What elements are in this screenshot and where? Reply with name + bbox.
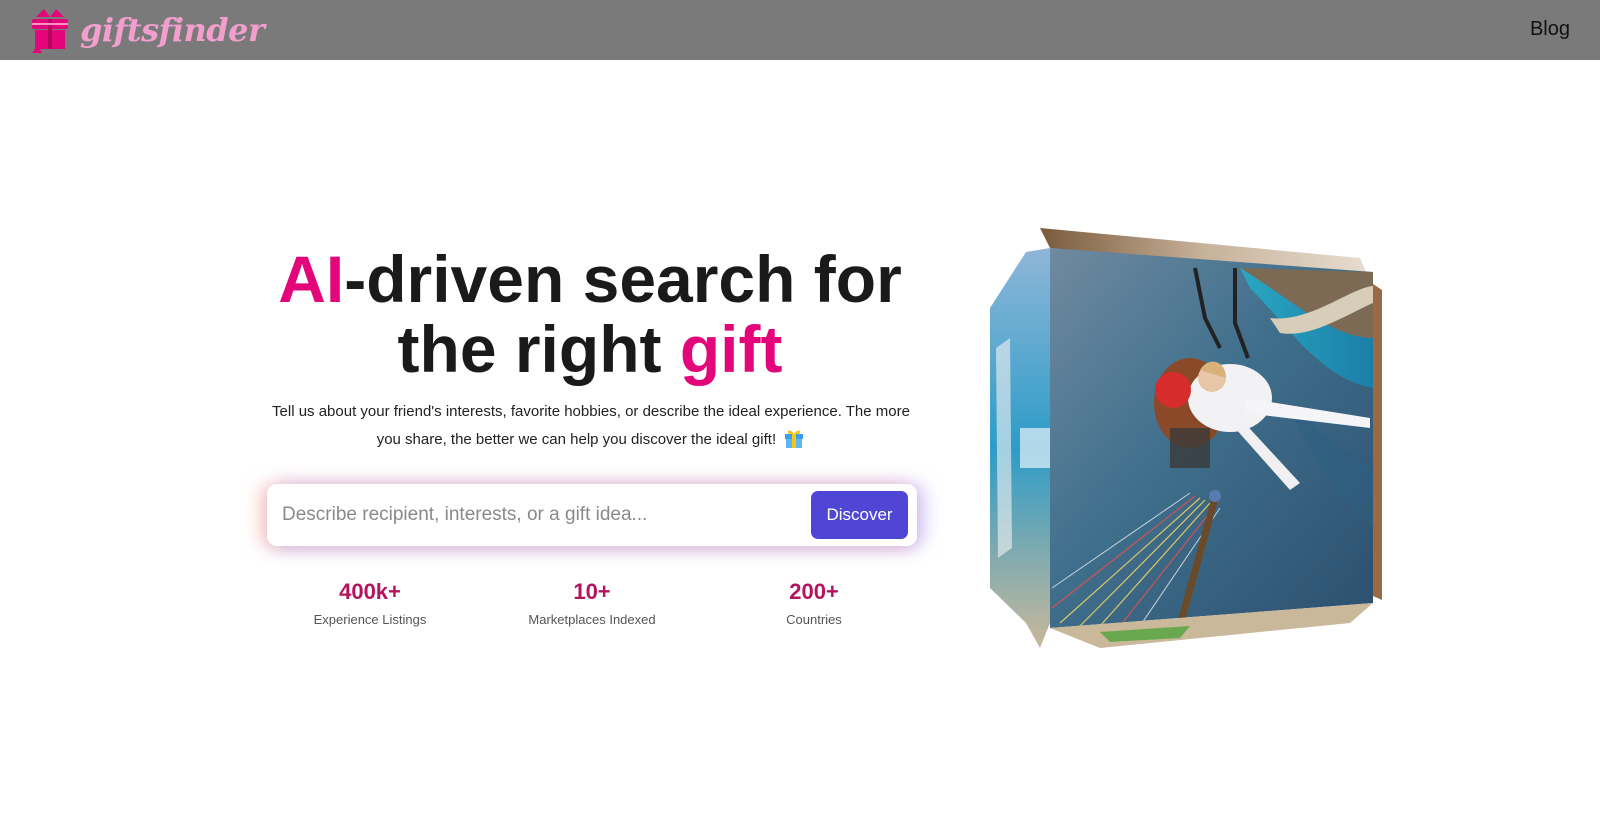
search-input[interactable] <box>267 484 807 546</box>
stat-marketplaces-indexed: 10+ Marketplaces Indexed <box>492 579 692 627</box>
title-accent-gift: gift <box>679 312 783 386</box>
wrapped-gift-emoji-icon <box>785 430 804 448</box>
title-text-1: -driven search for <box>344 242 902 316</box>
cube-right-face <box>1373 284 1382 600</box>
gift-box-icon <box>32 9 68 53</box>
stat-countries: 200+ Countries <box>714 579 914 627</box>
hero-subtitle: Tell us about your friend's interests, f… <box>262 398 920 454</box>
stat-label: Experience Listings <box>313 612 427 627</box>
stat-label: Countries <box>786 612 842 627</box>
hero-title: AI-driven search for the right gift <box>240 244 940 384</box>
top-navigation-bar: giftsfinder Blog <box>0 0 1600 60</box>
experience-image-cube[interactable] <box>990 228 1410 668</box>
logo-text: giftsfinder <box>80 11 265 49</box>
hero-subtitle-text: Tell us about your friend's interests, f… <box>272 403 910 448</box>
pilot-helmet <box>1155 372 1191 408</box>
search-box: Discover <box>267 484 917 546</box>
stat-value: 10+ <box>573 579 611 604</box>
cube-illustration <box>990 228 1382 648</box>
nav-blog-link[interactable]: Blog <box>1530 18 1570 41</box>
stat-value: 400k+ <box>339 579 401 604</box>
logo-link[interactable]: giftsfinder <box>30 7 265 53</box>
stat-value: 200+ <box>789 579 839 604</box>
stat-experience-listings: 400k+ Experience Listings <box>270 579 470 627</box>
discover-button[interactable]: Discover <box>811 491 908 539</box>
title-accent-ai: AI <box>278 242 345 316</box>
title-text-2: the right <box>397 312 680 386</box>
stat-label: Marketplaces Indexed <box>528 612 656 627</box>
